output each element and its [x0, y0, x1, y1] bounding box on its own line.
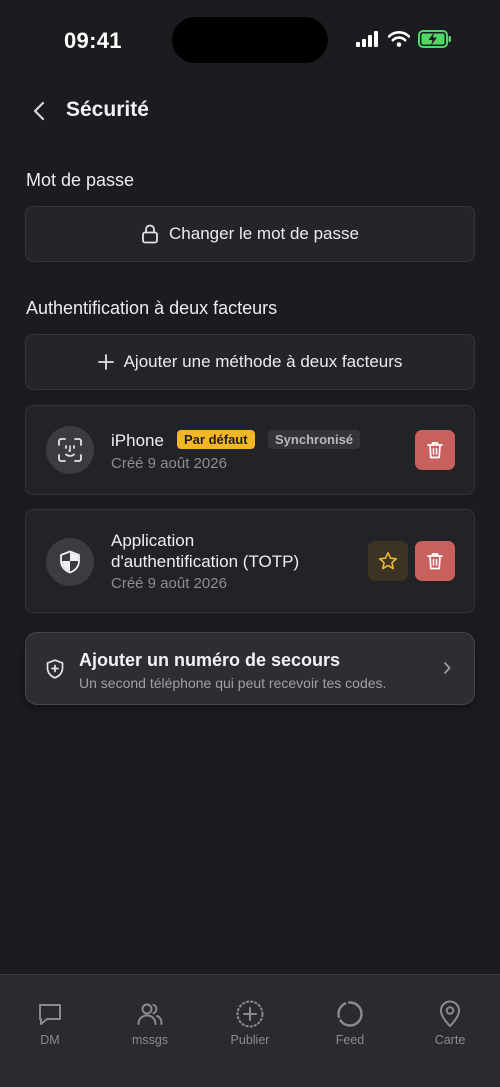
change-password-button[interactable]: Changer le mot de passe — [25, 206, 475, 262]
tab-label: Carte — [434, 1033, 466, 1047]
method-name: iPhone — [111, 431, 164, 450]
delete-method-button[interactable] — [415, 541, 455, 581]
tab-label: Publier — [230, 1033, 270, 1047]
trash-icon — [427, 442, 443, 459]
battery-charging-icon — [418, 30, 452, 48]
default-badge: Par défaut — [177, 430, 255, 449]
twofa-section-title: Authentification à deux facteurs — [26, 298, 278, 318]
tab-carte[interactable]: Carte — [400, 999, 500, 1047]
lock-icon — [141, 224, 159, 244]
face-id-icon — [58, 438, 82, 462]
tab-feed[interactable]: Feed — [300, 999, 400, 1047]
tab-publier[interactable]: Publier — [200, 999, 300, 1047]
tab-bar: DM mssgs Publier Feed Carte — [0, 974, 500, 1087]
delete-method-button[interactable] — [415, 430, 455, 470]
method-avatar — [46, 426, 94, 474]
status-bar: 09:41 — [0, 0, 500, 80]
wifi-icon — [388, 31, 410, 47]
signal-icon — [356, 31, 380, 47]
add-backup-number-button[interactable]: Ajouter un numéro de secours Un second t… — [25, 632, 475, 705]
dynamic-island — [172, 17, 328, 63]
star-icon — [378, 552, 398, 570]
plus-icon — [97, 354, 114, 370]
synced-badge: Synchronisé — [268, 430, 361, 449]
twofa-method-card-totp: Application d'authentification (TOTP) Cr… — [25, 509, 475, 613]
method-name-line1: Application — [111, 531, 195, 550]
back-button[interactable] — [26, 98, 52, 124]
status-icons — [356, 30, 452, 48]
set-default-button[interactable] — [368, 541, 408, 581]
add-twofa-method-label: Ajouter une méthode à deux facteurs — [123, 352, 403, 371]
map-pin-icon — [437, 999, 463, 1029]
change-password-label: Changer le mot de passe — [169, 224, 359, 243]
circle-icon — [335, 999, 365, 1029]
tab-mssgs[interactable]: mssgs — [100, 999, 200, 1047]
shield-icon — [60, 550, 80, 574]
backup-title: Ajouter un numéro de secours — [79, 650, 341, 670]
tab-dm[interactable]: DM — [0, 999, 100, 1047]
method-created-date: Créé 9 août 2026 — [111, 575, 227, 592]
tab-label: mssgs — [131, 1033, 169, 1047]
twofa-method-card-iphone: iPhone Par défaut Synchronisé Créé 9 aoû… — [25, 405, 475, 495]
chevron-left-icon — [33, 101, 45, 121]
chat-bubble-icon — [36, 999, 64, 1029]
method-created-date: Créé 9 août 2026 — [111, 455, 227, 472]
header: Sécurité — [0, 88, 500, 134]
chevron-right-icon — [442, 660, 452, 681]
plus-circle-icon — [235, 999, 265, 1029]
tab-label: DM — [40, 1033, 60, 1047]
backup-subtitle: Un second téléphone qui peut recevoir te… — [79, 675, 387, 691]
password-section-title: Mot de passe — [26, 170, 135, 190]
method-avatar — [46, 538, 94, 586]
method-name-line2: d'authentification (TOTP) — [111, 552, 300, 571]
add-twofa-method-button[interactable]: Ajouter une méthode à deux facteurs — [25, 334, 475, 390]
shield-plus-icon — [46, 659, 64, 684]
page-title: Sécurité — [66, 98, 149, 121]
tab-label: Feed — [335, 1033, 365, 1047]
trash-icon — [427, 553, 443, 570]
users-icon — [136, 999, 164, 1029]
status-time: 09:41 — [64, 28, 122, 53]
